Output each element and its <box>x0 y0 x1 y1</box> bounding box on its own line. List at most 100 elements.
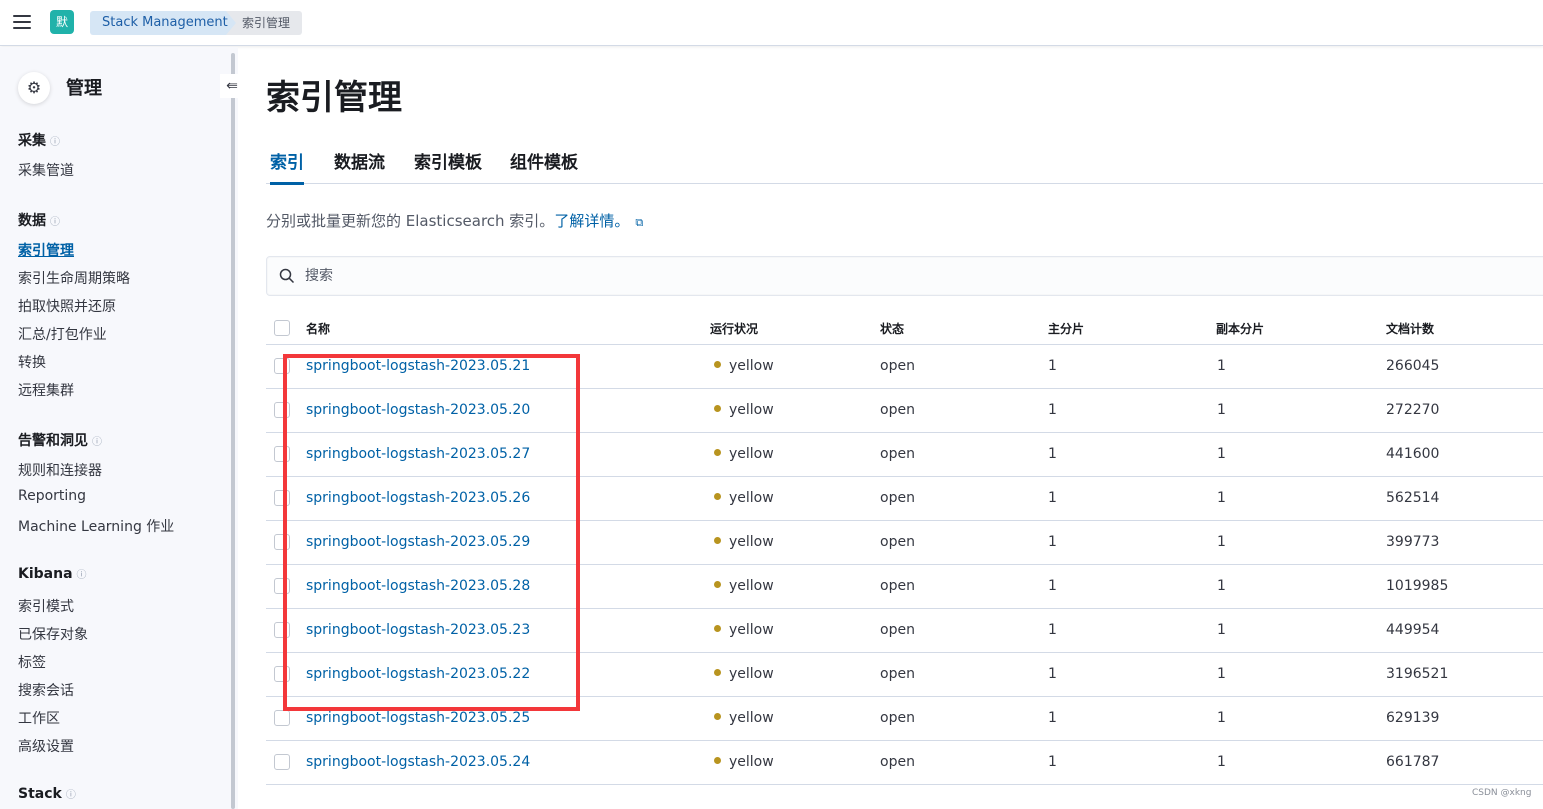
sidebar-item-rules-connectors[interactable]: 规则和连接器 <box>18 460 102 480</box>
table-row[interactable]: springboot-logstash-2023.05.28 yellow open… <box>266 565 1543 609</box>
sidebar-item-transform[interactable]: 转换 <box>18 352 46 372</box>
primary-cell: 1 <box>1048 754 1057 770</box>
nav-group-data: 数据 ⓘ <box>18 213 60 229</box>
status-cell: open <box>880 402 915 418</box>
sidebar-scrollbar[interactable] <box>231 53 235 809</box>
sidebar-item-advanced-settings[interactable]: 高级设置 <box>18 736 74 756</box>
row-checkbox[interactable] <box>274 710 290 726</box>
nav-group-ingest: 采集 ⓘ <box>18 133 60 149</box>
sidebar-item-spaces[interactable]: 工作区 <box>18 708 60 728</box>
collapse-sidebar-icon[interactable]: ⇚ <box>220 74 244 98</box>
sidebar-item-rollup[interactable]: 汇总/打包作业 <box>18 324 107 344</box>
nav-group-kibana: Kibana ⓘ <box>18 566 87 582</box>
sidebar-item-ilm[interactable]: 索引生命周期策略 <box>18 268 130 288</box>
table-row[interactable]: springboot-logstash-2023.05.20 yellow open… <box>266 389 1543 433</box>
index-name-link[interactable]: springboot-logstash-2023.05.26 <box>306 490 530 506</box>
column-name[interactable]: 名称 <box>306 320 330 337</box>
index-name-link[interactable]: springboot-logstash-2023.05.23 <box>306 622 530 638</box>
table-row[interactable]: springboot-logstash-2023.05.24 yellow open… <box>266 741 1543 785</box>
docs-count-cell: 562514 <box>1386 490 1440 506</box>
column-primary[interactable]: 主分片 <box>1048 320 1084 337</box>
tab-indices[interactable]: 索引 <box>270 148 304 185</box>
health-cell: yellow <box>714 446 774 462</box>
health-dot-icon <box>714 625 721 632</box>
index-name-link[interactable]: springboot-logstash-2023.05.21 <box>306 358 530 374</box>
replica-cell: 1 <box>1217 754 1226 770</box>
space-avatar[interactable]: 默 <box>50 10 74 34</box>
sidebar-item-ingest-pipelines[interactable]: 采集管道 <box>18 160 74 180</box>
help-icon: ⓘ <box>65 790 76 801</box>
page-title: 索引管理 <box>266 78 402 118</box>
health-dot-icon <box>714 581 721 588</box>
top-header: 默 Stack Management 索引管理 <box>0 0 1543 46</box>
index-name-link[interactable]: springboot-logstash-2023.05.27 <box>306 446 530 462</box>
health-cell: yellow <box>714 578 774 594</box>
status-cell: open <box>880 534 915 550</box>
column-replica[interactable]: 副本分片 <box>1216 320 1264 337</box>
row-checkbox[interactable] <box>274 578 290 594</box>
help-icon: ⓘ <box>92 437 102 448</box>
status-cell: open <box>880 666 915 682</box>
row-checkbox[interactable] <box>274 358 290 374</box>
menu-icon[interactable] <box>13 15 31 29</box>
tab-component-templates[interactable]: 组件模板 <box>510 148 578 183</box>
primary-cell: 1 <box>1048 402 1057 418</box>
table-row[interactable]: springboot-logstash-2023.05.26 yellow open… <box>266 477 1543 521</box>
index-name-link[interactable]: springboot-logstash-2023.05.28 <box>306 578 530 594</box>
table-row[interactable]: springboot-logstash-2023.05.23 yellow open… <box>266 609 1543 653</box>
table-row[interactable]: springboot-logstash-2023.05.29 yellow open… <box>266 521 1543 565</box>
health-dot-icon <box>714 757 721 764</box>
status-cell: open <box>880 578 915 594</box>
sidebar-item-ml-jobs[interactable]: Machine Learning 作业 <box>18 516 174 536</box>
sidebar-item-saved-objects[interactable]: 已保存对象 <box>18 624 88 644</box>
tab-data-streams[interactable]: 数据流 <box>334 148 385 183</box>
column-status[interactable]: 状态 <box>880 320 904 337</box>
breadcrumb-stack-management[interactable]: Stack Management <box>90 11 252 35</box>
primary-cell: 1 <box>1048 622 1057 638</box>
health-dot-icon <box>714 713 721 720</box>
index-name-link[interactable]: springboot-logstash-2023.05.29 <box>306 534 530 550</box>
tab-index-templates[interactable]: 索引模板 <box>414 148 482 183</box>
search-input[interactable] <box>305 263 905 289</box>
index-name-link[interactable]: springboot-logstash-2023.05.24 <box>306 754 530 770</box>
index-name-link[interactable]: springboot-logstash-2023.05.22 <box>306 666 530 682</box>
sidebar-item-index-management[interactable]: 索引管理 <box>18 240 74 260</box>
row-checkbox[interactable] <box>274 490 290 506</box>
index-name-link[interactable]: springboot-logstash-2023.05.25 <box>306 710 530 726</box>
sidebar-item-search-sessions[interactable]: 搜索会话 <box>18 680 74 700</box>
sidebar-item-index-patterns[interactable]: 索引模式 <box>18 596 74 616</box>
row-checkbox[interactable] <box>274 446 290 462</box>
help-icon: ⓘ <box>50 137 60 148</box>
sidebar-item-reporting[interactable]: Reporting <box>18 488 86 504</box>
table-row[interactable]: springboot-logstash-2023.05.21 yellow open… <box>266 345 1543 389</box>
column-docs-count[interactable]: 文档计数 <box>1386 320 1434 337</box>
status-cell: open <box>880 754 915 770</box>
replica-cell: 1 <box>1217 622 1226 638</box>
replica-cell: 1 <box>1217 534 1226 550</box>
row-checkbox[interactable] <box>274 666 290 682</box>
select-all-checkbox[interactable] <box>274 320 290 336</box>
search-bar <box>266 256 1543 296</box>
gear-icon: ⚙ <box>18 72 50 104</box>
column-health[interactable]: 运行状况 <box>710 320 758 337</box>
table-row[interactable]: springboot-logstash-2023.05.22 yellow open… <box>266 653 1543 697</box>
row-checkbox[interactable] <box>274 622 290 638</box>
row-checkbox[interactable] <box>274 754 290 770</box>
primary-cell: 1 <box>1048 490 1057 506</box>
sidebar-item-remote-clusters[interactable]: 远程集群 <box>18 380 74 400</box>
learn-more-link[interactable]: 了解详情。 <box>554 212 629 230</box>
health-dot-icon <box>714 669 721 676</box>
index-name-link[interactable]: springboot-logstash-2023.05.20 <box>306 402 530 418</box>
external-link-icon[interactable]: ⧉ <box>635 216 643 229</box>
health-cell: yellow <box>714 754 774 770</box>
primary-cell: 1 <box>1048 446 1057 462</box>
table-row[interactable]: springboot-logstash-2023.05.27 yellow open… <box>266 433 1543 477</box>
docs-count-cell: 629139 <box>1386 710 1440 726</box>
table-row[interactable]: springboot-logstash-2023.05.25 yellow open… <box>266 697 1543 741</box>
sidebar-item-snapshot[interactable]: 拍取快照并还原 <box>18 296 116 316</box>
sidebar-item-tags[interactable]: 标签 <box>18 652 46 672</box>
row-checkbox[interactable] <box>274 534 290 550</box>
replica-cell: 1 <box>1217 490 1226 506</box>
status-cell: open <box>880 490 915 506</box>
row-checkbox[interactable] <box>274 402 290 418</box>
